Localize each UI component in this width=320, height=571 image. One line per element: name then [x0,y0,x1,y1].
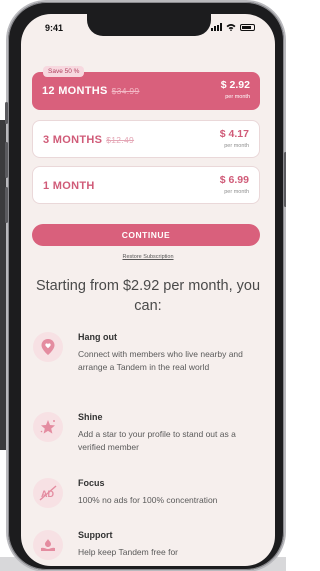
plan-price: $ 4.17 [219,128,249,140]
plan-name-text: 12 MONTHS [42,85,108,97]
save-badge: Save 50 % [43,66,85,77]
plan-per-month: per month [224,143,249,149]
plan-3-months[interactable]: 3 MONTHS $12.49 $ 4.17 per month [32,120,260,158]
battery-icon [240,23,255,31]
feature-title: Support [78,530,113,540]
no-ads-icon: AD [33,478,63,508]
notch [87,14,211,36]
plan-1-month[interactable]: 1 MONTH $ 6.99 per month [32,166,260,204]
signal-icon [211,23,222,31]
feature-title: Shine [78,412,103,422]
feature-description: Add a star to your profile to stand out … [78,429,236,452]
volume-down-button [5,187,8,223]
plan-name: 12 MONTHS $34.99 [42,85,139,97]
plan-name-text: 1 MONTH [43,180,95,192]
plan-price: $ 6.99 [219,174,249,186]
feature-description: 100% no ads for 100% concentration [78,495,218,505]
star-icon [33,412,63,442]
status-icons [211,23,255,31]
mute-switch [5,102,8,124]
status-time: 9:41 [45,23,64,33]
feature-description: Help keep Tandem free for [78,547,179,557]
plan-name-text: 3 MONTHS [43,134,103,146]
plan-name: 3 MONTHS $12.49 [43,134,134,146]
feature-description: Connect with members who live nearby and… [78,349,243,372]
plan-price: $ 2.92 [220,79,250,91]
support-icon [33,530,63,560]
plan-per-month: per month [225,94,250,100]
continue-button[interactable]: CONTINUE [32,224,260,246]
feature-title: Hang out [78,332,117,342]
page: 9:41 Save 50 % 12 MONTHS $34.99 $ 2.92 pe… [0,0,286,571]
volume-up-button [5,142,8,178]
headline: Starting from $2.92 per month, you can: [35,278,261,314]
feature-title: Focus [78,478,105,488]
power-button [284,152,286,207]
plan-old-price: $34.99 [111,86,140,96]
plan-old-price: $12.49 [106,135,135,145]
plan-12-months[interactable]: Save 50 % 12 MONTHS $34.99 $ 2.92 per mon… [32,66,260,110]
plan-name: 1 MONTH [43,180,95,192]
pin-heart-icon [33,332,63,362]
wifi-icon [226,24,236,31]
phone-screen: 9:41 Save 50 % 12 MONTHS $34.99 $ 2.92 pe… [21,14,275,566]
plan-per-month: per month [224,189,249,195]
restore-subscription-link[interactable]: Restore Subscription [21,254,275,260]
